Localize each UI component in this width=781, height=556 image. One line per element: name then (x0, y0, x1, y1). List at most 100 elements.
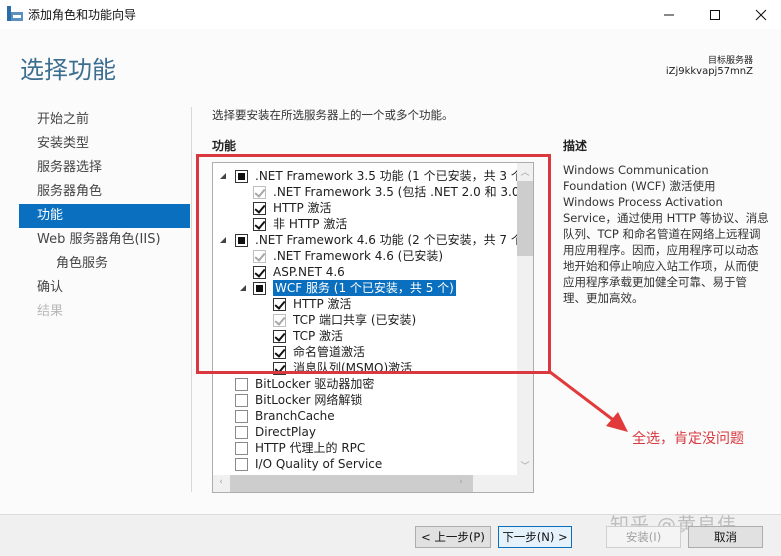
feature-checkbox[interactable] (235, 442, 248, 455)
feature-tree-item[interactable]: 非 HTTP 激活 (213, 216, 518, 232)
nav-item-role-services[interactable]: 角色服务 (19, 252, 190, 276)
expand-collapse-icon[interactable] (220, 173, 226, 179)
feature-tree-item[interactable]: .NET Framework 3.5 功能 (1 个已安装，共 3 个) (213, 168, 528, 184)
horizontal-scrollbar[interactable]: ‹ › (213, 475, 533, 492)
feature-tree-item[interactable]: I/O Quality of Service (213, 456, 518, 472)
maximize-icon (710, 9, 720, 20)
scroll-up-icon[interactable]: ︿ (517, 165, 533, 178)
feature-label[interactable]: BitLocker 驱动器加密 (255, 376, 374, 392)
feature-tree-item[interactable]: TCP 激活 (213, 328, 518, 344)
scroll-right-icon[interactable]: › (453, 477, 469, 487)
close-icon (755, 9, 767, 20)
feature-checkbox[interactable] (273, 346, 286, 359)
expand-collapse-icon[interactable] (240, 285, 246, 291)
feature-tree-item[interactable]: TCP 端口共享 (已安装) (213, 312, 518, 328)
feature-tree-item[interactable]: .NET Framework 4.6 (已安装) (213, 248, 518, 264)
nav-item-before-you-begin[interactable]: 开始之前 (19, 108, 190, 132)
feature-label[interactable]: 消息队列(MSMQ)激活 (293, 360, 412, 376)
expand-collapse-icon[interactable] (220, 237, 226, 243)
feature-tree-item[interactable]: HTTP 代理上的 RPC (213, 440, 518, 456)
feature-label[interactable]: HTTP 代理上的 RPC (255, 440, 365, 456)
nav-item-server-roles[interactable]: 服务器角色 (19, 180, 190, 204)
feature-description: Windows Communication Foundation (WCF) 激… (563, 163, 769, 305)
minimize-icon (664, 14, 674, 15)
vertical-scroll-thumb[interactable] (517, 181, 533, 256)
feature-checkbox[interactable] (273, 298, 286, 311)
feature-tree-item[interactable]: DirectPlay (213, 424, 518, 440)
feature-tree-item[interactable]: ASP.NET 4.6 (213, 264, 518, 280)
horizontal-scroll-thumb[interactable] (230, 475, 473, 492)
feature-label[interactable]: I/O Quality of Service (255, 456, 382, 472)
feature-label[interactable]: 命名管道激活 (293, 344, 365, 360)
feature-label[interactable]: TCP 端口共享 (已安装) (293, 312, 416, 328)
feature-checkbox[interactable] (235, 378, 248, 391)
feature-label[interactable]: .NET Framework 3.5 功能 (1 个已安装，共 3 个) (255, 168, 528, 184)
feature-label[interactable]: .NET Framework 4.6 (已安装) (273, 248, 443, 264)
feature-checkbox (273, 314, 286, 327)
feature-checkbox[interactable] (273, 362, 286, 375)
feature-label[interactable]: BranchCache (255, 408, 335, 424)
previous-button[interactable]: < 上一步(P) (415, 526, 491, 548)
wizard-steps-nav: 开始之前 安装类型 服务器选择 服务器角色 功能 Web 服务器角色(IIS) … (19, 108, 190, 324)
nav-item-installation-type[interactable]: 安装类型 (19, 132, 190, 156)
server-manager-icon (7, 6, 23, 21)
close-button[interactable] (738, 0, 781, 29)
feature-tree-item[interactable]: WCF 服务 (1 个已安装，共 5 个) (213, 280, 518, 296)
feature-checkbox[interactable] (235, 234, 248, 247)
nav-item-server-selection[interactable]: 服务器选择 (19, 156, 190, 180)
features-tree-rows: .NET Framework 3.5 功能 (1 个已安装，共 3 个) .NET… (213, 168, 533, 472)
feature-checkbox[interactable] (235, 426, 248, 439)
scroll-down-icon[interactable]: ﹀ (517, 459, 533, 472)
feature-tree-item[interactable]: BitLocker 驱动器加密 (213, 376, 518, 392)
install-button: 安装(I) (606, 526, 681, 548)
feature-label[interactable]: HTTP 激活 (293, 296, 352, 312)
features-heading: 功能 (212, 139, 237, 153)
minimize-button[interactable] (646, 0, 692, 29)
feature-tree-item[interactable]: BitLocker 网络解锁 (213, 392, 518, 408)
features-tree[interactable]: .NET Framework 3.5 功能 (1 个已安装，共 3 个) .NET… (212, 162, 534, 493)
cancel-button[interactable]: 取消 (688, 526, 763, 548)
nav-item-results: 结果 (37, 304, 64, 319)
feature-checkbox[interactable] (253, 266, 266, 279)
feature-label[interactable]: .NET Framework 4.6 功能 (2 个已安装，共 7 个) (255, 232, 528, 248)
feature-label[interactable]: .NET Framework 3.5 (包括 .NET 2.0 和 3.0) (… (273, 184, 533, 200)
feature-checkbox (253, 250, 266, 263)
annotation-text: 全选，肯定没问题 (632, 431, 744, 447)
feature-checkbox[interactable] (253, 282, 266, 295)
feature-label[interactable]: WCF 服务 (1 个已安装，共 5 个) (273, 280, 456, 296)
description-heading: 描述 (563, 139, 588, 153)
feature-label[interactable]: 非 HTTP 激活 (273, 216, 347, 232)
feature-checkbox[interactable] (235, 458, 248, 471)
instruction-text: 选择要安装在所选服务器上的一个或多个功能。 (212, 108, 454, 122)
feature-checkbox[interactable] (235, 170, 248, 183)
feature-checkbox[interactable] (253, 218, 266, 231)
feature-tree-item[interactable]: 命名管道激活 (213, 344, 518, 360)
target-server-name: iZj9kkvapj57mnZ (665, 66, 753, 77)
feature-checkbox[interactable] (273, 330, 286, 343)
feature-checkbox[interactable] (253, 202, 266, 215)
page-title: 选择功能 (20, 56, 116, 84)
feature-tree-item[interactable]: .NET Framework 3.5 (包括 .NET 2.0 和 3.0) (… (213, 184, 533, 200)
next-button[interactable]: 下一步(N) > (498, 526, 572, 548)
scroll-left-icon[interactable]: ‹ (213, 477, 229, 487)
feature-label[interactable]: HTTP 激活 (273, 200, 332, 216)
feature-label[interactable]: TCP 激活 (293, 328, 343, 344)
nav-item-confirmation[interactable]: 确认 (19, 276, 190, 300)
nav-item-web-server-role[interactable]: Web 服务器角色(IIS) (19, 228, 190, 252)
feature-checkbox[interactable] (235, 410, 248, 423)
feature-tree-item[interactable]: HTTP 激活 (213, 200, 518, 216)
feature-tree-item[interactable]: BranchCache (213, 408, 518, 424)
feature-label[interactable]: DirectPlay (255, 424, 316, 440)
feature-tree-item[interactable]: .NET Framework 4.6 功能 (2 个已安装，共 7 个) (213, 232, 528, 248)
feature-tree-item[interactable]: 消息队列(MSMQ)激活 (213, 360, 518, 376)
target-server-label: 目标服务器 (707, 56, 753, 66)
feature-label[interactable]: ASP.NET 4.6 (273, 264, 345, 280)
annotation-arrow-icon (549, 370, 628, 432)
vertical-scrollbar[interactable]: ︿ ﹀ (517, 163, 533, 476)
maximize-button[interactable] (692, 0, 738, 29)
window-title: 添加角色和功能向导 (28, 8, 137, 22)
feature-checkbox[interactable] (235, 394, 248, 407)
feature-label[interactable]: BitLocker 网络解锁 (255, 392, 362, 408)
feature-tree-item[interactable]: HTTP 激活 (213, 296, 518, 312)
nav-item-features[interactable]: 功能 (19, 204, 190, 228)
